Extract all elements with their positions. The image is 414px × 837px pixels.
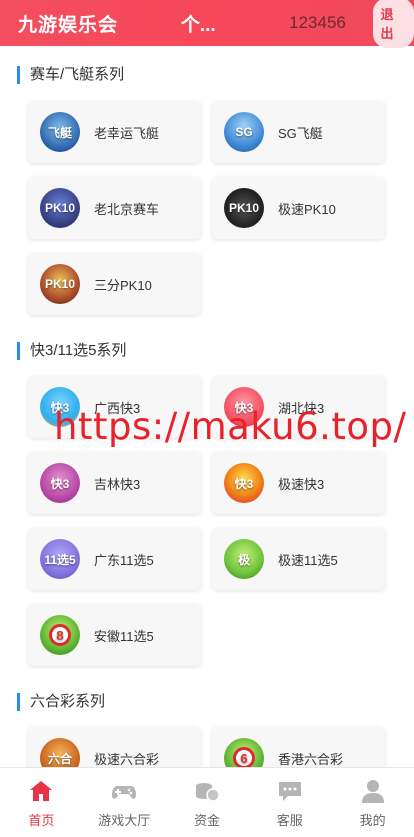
game-label: 极速11选5 — [278, 552, 338, 568]
game-label: 广东11选5 — [94, 552, 154, 568]
game-card-jilin-k3[interactable]: 快3 吉林快3 — [28, 452, 201, 514]
nav-funds[interactable]: 资金 — [166, 768, 249, 837]
user-id: 123456 — [289, 13, 346, 32]
game-label: 吉林快3 — [94, 476, 141, 492]
bottom-nav: 首页 游戏大厅 资金 客服 我的 — [0, 767, 414, 837]
hongkong-lhc-icon: 6 — [224, 738, 264, 767]
game-card-speed-lhc[interactable]: 六合 极速六合彩 — [28, 727, 201, 767]
anhui-11x5-icon: 8 — [40, 615, 80, 655]
game-label: 极速PK10 — [278, 201, 336, 217]
brand-title: 九游娱乐会 — [18, 14, 119, 36]
game-card-speed-k3[interactable]: 快3 极速快3 — [212, 452, 385, 514]
sg-boat-icon: SG — [224, 112, 264, 152]
game-label: 三分PK10 — [94, 277, 152, 293]
top-header: 九游娱乐会 个... 123456 退出 — [0, 0, 414, 48]
watermark-url: https://maku6.top/ — [54, 405, 407, 448]
game-card-sg-boat[interactable]: SG SG飞艇 — [212, 101, 385, 163]
game-label: SG飞艇 — [278, 125, 323, 141]
nav-service[interactable]: 客服 — [248, 768, 331, 837]
logout-button[interactable]: 退出 — [372, 0, 414, 48]
page-title: 个... — [180, 14, 216, 36]
game-card-lucky-boat[interactable]: 飞艇 老幸运飞艇 — [28, 101, 201, 163]
chat-icon — [278, 782, 301, 801]
game-label: 老北京赛车 — [94, 201, 160, 217]
game-label: 安徽11选5 — [94, 628, 154, 644]
guangdong-11x5-icon: 11选5 — [40, 539, 80, 579]
game-card-hongkong-lhc[interactable]: 6 香港六合彩 — [212, 727, 385, 767]
gamepad-icon — [112, 786, 137, 799]
section-title-k3-11x5: 快3/11选5系列 — [17, 342, 126, 360]
speed-pk10-icon: PK10 — [224, 188, 264, 228]
speed-lhc-icon: 六合 — [40, 738, 80, 767]
jilin-k3-icon: 快3 — [40, 463, 80, 503]
game-card-three-min-pk10[interactable]: PK10 三分PK10 — [28, 253, 201, 315]
game-card-beijing-racing[interactable]: PK10 老北京赛车 — [28, 177, 201, 239]
coins-icon — [195, 783, 220, 802]
game-label: 极速六合彩 — [94, 751, 160, 767]
game-label: 极速快3 — [278, 476, 325, 492]
lucky-boat-icon: 飞艇 — [40, 112, 80, 152]
game-label: 老幸运飞艇 — [94, 125, 160, 141]
speed-11x5-icon: 极 — [224, 539, 264, 579]
nav-game-hall[interactable]: 游戏大厅 — [83, 768, 166, 837]
three-min-pk10-icon: PK10 — [40, 264, 80, 304]
game-card-anhui-11x5[interactable]: 8 安徽11选5 — [28, 604, 201, 666]
beijing-racing-icon: PK10 — [40, 188, 80, 228]
game-card-guangdong-11x5[interactable]: 11选5 广东11选5 — [28, 528, 201, 590]
home-icon — [30, 781, 53, 801]
user-icon — [361, 780, 384, 803]
game-label: 香港六合彩 — [278, 751, 344, 767]
section-title-lhc: 六合彩系列 — [17, 693, 105, 711]
section-title-racing: 赛车/飞艇系列 — [17, 66, 124, 84]
nav-home[interactable]: 首页 — [0, 768, 83, 837]
nav-mine[interactable]: 我的 — [331, 768, 414, 837]
game-card-speed-pk10[interactable]: PK10 极速PK10 — [212, 177, 385, 239]
game-card-speed-11x5[interactable]: 极 极速11选5 — [212, 528, 385, 590]
speed-k3-icon: 快3 — [224, 463, 264, 503]
